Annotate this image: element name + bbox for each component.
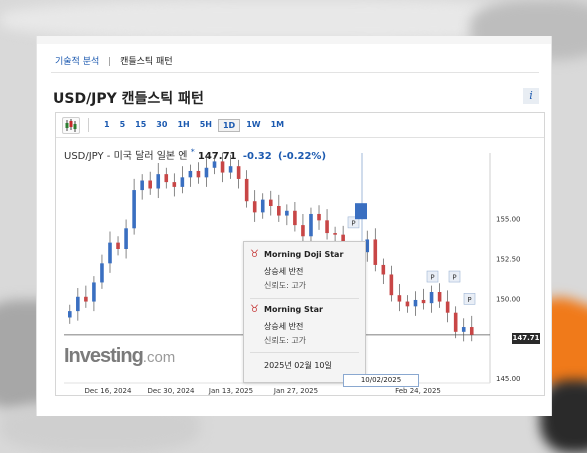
x-tick-label: Feb 24, 2025	[395, 387, 441, 395]
divider	[51, 72, 539, 73]
candle	[389, 274, 394, 296]
investing-logo: Investing.com	[64, 345, 176, 367]
pattern1-direction: 상승세 반전	[264, 267, 304, 276]
y-tick-label: 155.00	[496, 216, 521, 224]
tooltip-divider	[250, 298, 359, 299]
crosshair-date-label: 10/02/2025	[343, 374, 419, 387]
candle	[293, 210, 297, 226]
candle	[196, 170, 201, 178]
candle	[140, 180, 144, 191]
candle	[453, 312, 458, 332]
top-edge	[37, 36, 551, 44]
pattern-marker-label: P	[430, 274, 434, 282]
candle	[437, 292, 442, 302]
candlestick-widget: 기술적 분석 | 캔들스틱 패턴 USD/JPY 캔들스틱 패턴 i 1 5 15 3…	[36, 36, 552, 416]
pattern-tooltip: ♉ Morning Doji Star 상승세 반전 신뢰도: 고가 ♉ Mor…	[243, 241, 366, 383]
candle	[260, 199, 265, 213]
candle	[76, 296, 80, 312]
candle	[188, 170, 193, 178]
candle	[429, 292, 434, 304]
candle	[413, 299, 418, 307]
candle	[309, 213, 313, 237]
candle	[301, 225, 305, 237]
candle	[325, 220, 329, 234]
candle	[373, 239, 378, 265]
candle	[228, 166, 233, 173]
candle	[405, 301, 410, 307]
pattern1-name: Morning Doji Star	[264, 250, 344, 259]
breadcrumb-current: 캔들스틱 패턴	[120, 57, 173, 67]
breadcrumb: 기술적 분석 | 캔들스틱 패턴	[55, 54, 173, 67]
candle	[244, 178, 249, 202]
pattern1-reliability: 신뢰도: 고가	[264, 281, 307, 290]
pattern-marker-highlight	[355, 203, 367, 220]
candle	[100, 263, 104, 283]
candle	[156, 174, 161, 189]
breadcrumb-separator: |	[108, 57, 112, 67]
tooltip-divider	[250, 352, 359, 353]
bull-icon: ♉	[250, 304, 259, 315]
chart-panel: 1 5 15 30 1H 5H 1D 1W 1M USD/JPY - 미국 달러 일본 엔 * …	[55, 112, 545, 396]
candle	[84, 296, 88, 302]
y-tick-label: 152.50	[496, 256, 521, 264]
candle	[124, 228, 128, 249]
breadcrumb-link[interactable]: 기술적 분석	[55, 57, 99, 67]
x-tick-label: Jan 13, 2025	[208, 387, 253, 395]
y-tick-label: 145.00	[496, 375, 521, 383]
candle	[333, 233, 337, 235]
candle	[445, 301, 450, 313]
candle	[212, 161, 217, 168]
pattern-marker-label: P	[351, 219, 355, 227]
tooltip-date: 2025년 02월 10일	[264, 361, 332, 370]
candle	[236, 166, 241, 179]
candle	[180, 177, 185, 187]
candle	[92, 282, 96, 302]
candle	[285, 210, 289, 216]
candle	[469, 327, 474, 335]
candle	[461, 327, 466, 332]
candle	[421, 299, 426, 304]
info-icon[interactable]: i	[523, 88, 539, 104]
candle	[148, 180, 152, 189]
pattern2-name: Morning Star	[264, 305, 323, 314]
current-price-label: 147.71	[512, 333, 540, 344]
candle	[172, 182, 177, 187]
page-title: USD/JPY 캔들스틱 패턴	[53, 91, 204, 107]
candle	[252, 201, 257, 213]
candle	[132, 190, 136, 229]
candle	[116, 242, 120, 249]
candle	[381, 264, 386, 275]
candle	[220, 161, 225, 173]
candle	[204, 167, 209, 178]
candle	[268, 199, 273, 206]
candle	[164, 174, 169, 183]
candle	[277, 206, 281, 216]
x-tick-label: Dec 30, 2024	[148, 387, 195, 395]
x-tick-label: Jan 27, 2025	[273, 387, 318, 395]
candle	[108, 242, 112, 264]
pattern-marker-label: P	[467, 296, 471, 304]
candle	[397, 295, 402, 302]
pattern2-reliability: 신뢰도: 고가	[264, 336, 307, 345]
y-tick-label: 150.00	[496, 295, 521, 303]
pattern2-direction: 상승세 반전	[264, 322, 304, 331]
pattern-marker-label: P	[452, 274, 456, 282]
candle	[68, 311, 72, 318]
x-tick-label: Dec 16, 2024	[85, 387, 132, 395]
bull-icon: ♉	[250, 249, 259, 260]
candle	[317, 213, 321, 221]
